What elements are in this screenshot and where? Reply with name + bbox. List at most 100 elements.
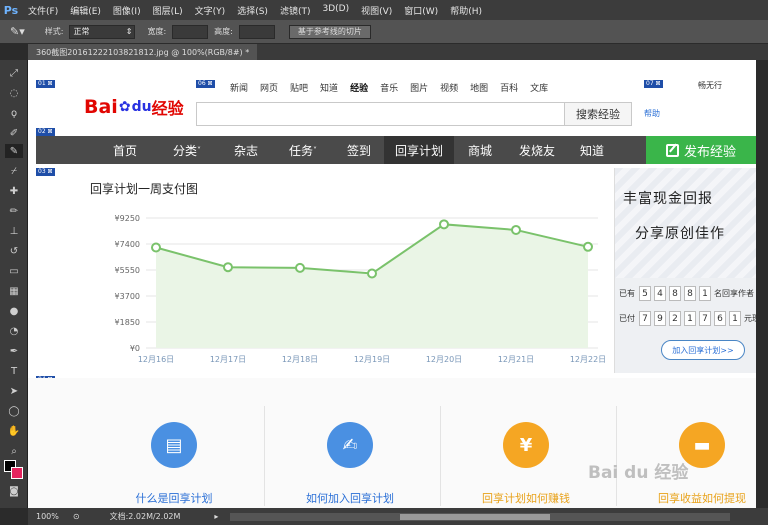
- x-tick-label: 12月16日: [138, 355, 174, 364]
- baidu-jingyan-logo[interactable]: Bai ✿ du 经验: [84, 95, 184, 119]
- move-tool-icon[interactable]: ⤢: [5, 66, 23, 80]
- main-nav-item[interactable]: 首页: [96, 136, 154, 164]
- gradient-tool-icon[interactable]: ▦: [5, 284, 23, 298]
- counter-digit: 9: [654, 311, 666, 326]
- eyedropper-tool-icon[interactable]: ⌿: [5, 164, 23, 178]
- menu-item[interactable]: 图层(L): [147, 4, 189, 17]
- main-nav-item[interactable]: 知道: [568, 136, 616, 164]
- top-nav-link[interactable]: 地图: [464, 81, 494, 94]
- menu-item[interactable]: 视图(V): [355, 4, 398, 17]
- document-canvas[interactable]: 01 ⊠ 02 ⊠ 03 ⊠ 04 ⊠ 05 ⊠ 06 ⊠ 07 ⊠ 08 ⊠ …: [28, 60, 756, 508]
- main-nav-label: 签到: [346, 143, 371, 158]
- slice-tool-icon[interactable]: ✎: [5, 144, 23, 158]
- top-nav-link[interactable]: 音乐: [374, 81, 404, 94]
- menu-bar: Ps 文件(F) 编辑(E) 图像(I) 图层(L) 文字(Y) 选择(S) 滤镜(T) 3D…: [0, 0, 768, 20]
- top-nav-link[interactable]: 贴吧: [284, 81, 314, 94]
- slice-from-guides-button[interactable]: 基于参考线的切片: [288, 24, 371, 39]
- user-name[interactable]: 畅无行: [698, 80, 722, 91]
- type-tool-icon[interactable]: T: [5, 364, 23, 378]
- promo-panel: 丰富现金回报 分享原创佳作 已有54881名回享作者 已付7921761元现金 …: [614, 168, 756, 373]
- slice-marker: 01 ⊠: [36, 80, 55, 88]
- top-nav-link[interactable]: 视频: [434, 81, 464, 94]
- book-icon[interactable]: ▤: [151, 422, 197, 468]
- main-nav-item[interactable]: 任务 ˅: [272, 136, 334, 164]
- main-nav-item[interactable]: 商城: [454, 136, 506, 164]
- card-label[interactable]: 回享计划如何赚钱: [482, 490, 570, 506]
- stamp-tool-icon[interactable]: ⊥: [5, 224, 23, 238]
- divider: [264, 406, 265, 506]
- edit-doc-icon[interactable]: ✍: [327, 422, 373, 468]
- healing-brush-icon[interactable]: ✚: [5, 184, 23, 198]
- money-bag-icon[interactable]: ¥: [503, 422, 549, 468]
- menu-item[interactable]: 窗口(W): [398, 4, 444, 17]
- background-color-swatch[interactable]: [11, 467, 23, 479]
- main-nav-label: 发烧友: [518, 143, 555, 158]
- quick-mask-icon[interactable]: ◙: [5, 484, 23, 498]
- hand-tool-icon[interactable]: ✋: [5, 424, 23, 438]
- marquee-tool-icon[interactable]: ◌: [5, 86, 23, 100]
- ellipse-tool-icon[interactable]: ◯: [5, 404, 23, 418]
- menu-item[interactable]: 文字(Y): [189, 4, 232, 17]
- top-nav-link[interactable]: 文库: [524, 81, 554, 94]
- main-nav-item[interactable]: 签到: [334, 136, 384, 164]
- x-tick-label: 12月20日: [426, 355, 462, 364]
- data-point: [511, 224, 521, 235]
- publish-button[interactable]: 发布经验: [646, 136, 756, 164]
- eraser-tool-icon[interactable]: ▭: [5, 264, 23, 278]
- menu-item[interactable]: 图像(I): [107, 4, 147, 17]
- top-nav-link[interactable]: 经验: [344, 81, 374, 94]
- history-brush-icon[interactable]: ↺: [5, 244, 23, 258]
- menu-item[interactable]: 3D(D): [316, 4, 355, 17]
- logo-text: du: [131, 99, 152, 115]
- slice-tool-icon[interactable]: ✎▾: [10, 25, 25, 38]
- zoom-level[interactable]: 100%: [36, 512, 59, 521]
- promo-headline: 分享原创佳作: [635, 226, 725, 242]
- style-select[interactable]: 正常 ⇕: [69, 24, 136, 39]
- lasso-tool-icon[interactable]: ϙ: [5, 106, 23, 120]
- width-field[interactable]: [172, 24, 209, 39]
- menu-item[interactable]: 滤镜(T): [274, 4, 317, 17]
- x-tick-label: 12月22日: [570, 355, 606, 364]
- top-nav-link[interactable]: 图片: [404, 81, 434, 94]
- counter-label: 已付: [619, 314, 635, 323]
- main-nav-item[interactable]: 杂志: [220, 136, 272, 164]
- main-nav-item[interactable]: 分类 ˅: [154, 136, 220, 164]
- pen-tool-icon[interactable]: ✒: [5, 344, 23, 358]
- document-tab[interactable]: 360截图20161222103821812.jpg @ 100%(RGB/8#…: [28, 44, 258, 60]
- card-label[interactable]: 回享收益如何提现: [658, 490, 746, 506]
- path-select-icon[interactable]: ➤: [5, 384, 23, 398]
- zoom-tool-icon[interactable]: ⌕: [5, 444, 23, 458]
- top-nav-link[interactable]: 新闻: [224, 81, 254, 94]
- top-nav-link[interactable]: 百科: [494, 81, 524, 94]
- height-field[interactable]: [238, 24, 275, 39]
- info-cards: [28, 378, 756, 508]
- top-nav-link[interactable]: 网页: [254, 81, 284, 94]
- dodge-tool-icon[interactable]: ◔: [5, 324, 23, 338]
- menu-item[interactable]: 编辑(E): [64, 4, 107, 17]
- search-button[interactable]: 搜索经验: [564, 102, 632, 126]
- menu-item[interactable]: 选择(S): [231, 4, 274, 17]
- quick-select-tool-icon[interactable]: ✐: [5, 126, 23, 140]
- slice-marker: 06 ⊠: [196, 80, 215, 88]
- counter-label: 名回享作者: [714, 289, 754, 298]
- menu-item[interactable]: 文件(F): [22, 4, 64, 17]
- data-point: [439, 219, 449, 230]
- horizontal-scrollbar[interactable]: [230, 512, 731, 521]
- blur-tool-icon[interactable]: ●: [5, 304, 23, 318]
- right-scroll-area: [756, 60, 768, 508]
- brush-tool-icon[interactable]: ✏: [5, 204, 23, 218]
- arrow-right-icon[interactable]: ▸: [214, 512, 218, 521]
- main-nav-item[interactable]: 发烧友: [506, 136, 568, 164]
- top-nav-link[interactable]: 知道: [314, 81, 344, 94]
- join-button[interactable]: 加入回享计划>>: [661, 340, 745, 360]
- x-tick-label: 12月17日: [210, 355, 246, 364]
- card-label[interactable]: 如何加入回享计划: [306, 490, 394, 506]
- menu-item[interactable]: 帮助(H): [444, 4, 488, 17]
- data-point: [223, 262, 233, 273]
- y-tick-label: ¥1850: [115, 318, 140, 327]
- main-nav-item[interactable]: 回享计划: [384, 136, 454, 164]
- search-input[interactable]: [196, 102, 568, 126]
- help-link[interactable]: 帮助: [644, 108, 660, 119]
- menu-list: 文件(F) 编辑(E) 图像(I) 图层(L) 文字(Y) 选择(S) 滤镜(T) 3D(D)…: [22, 4, 488, 17]
- card-label[interactable]: 什么是回享计划: [136, 490, 213, 506]
